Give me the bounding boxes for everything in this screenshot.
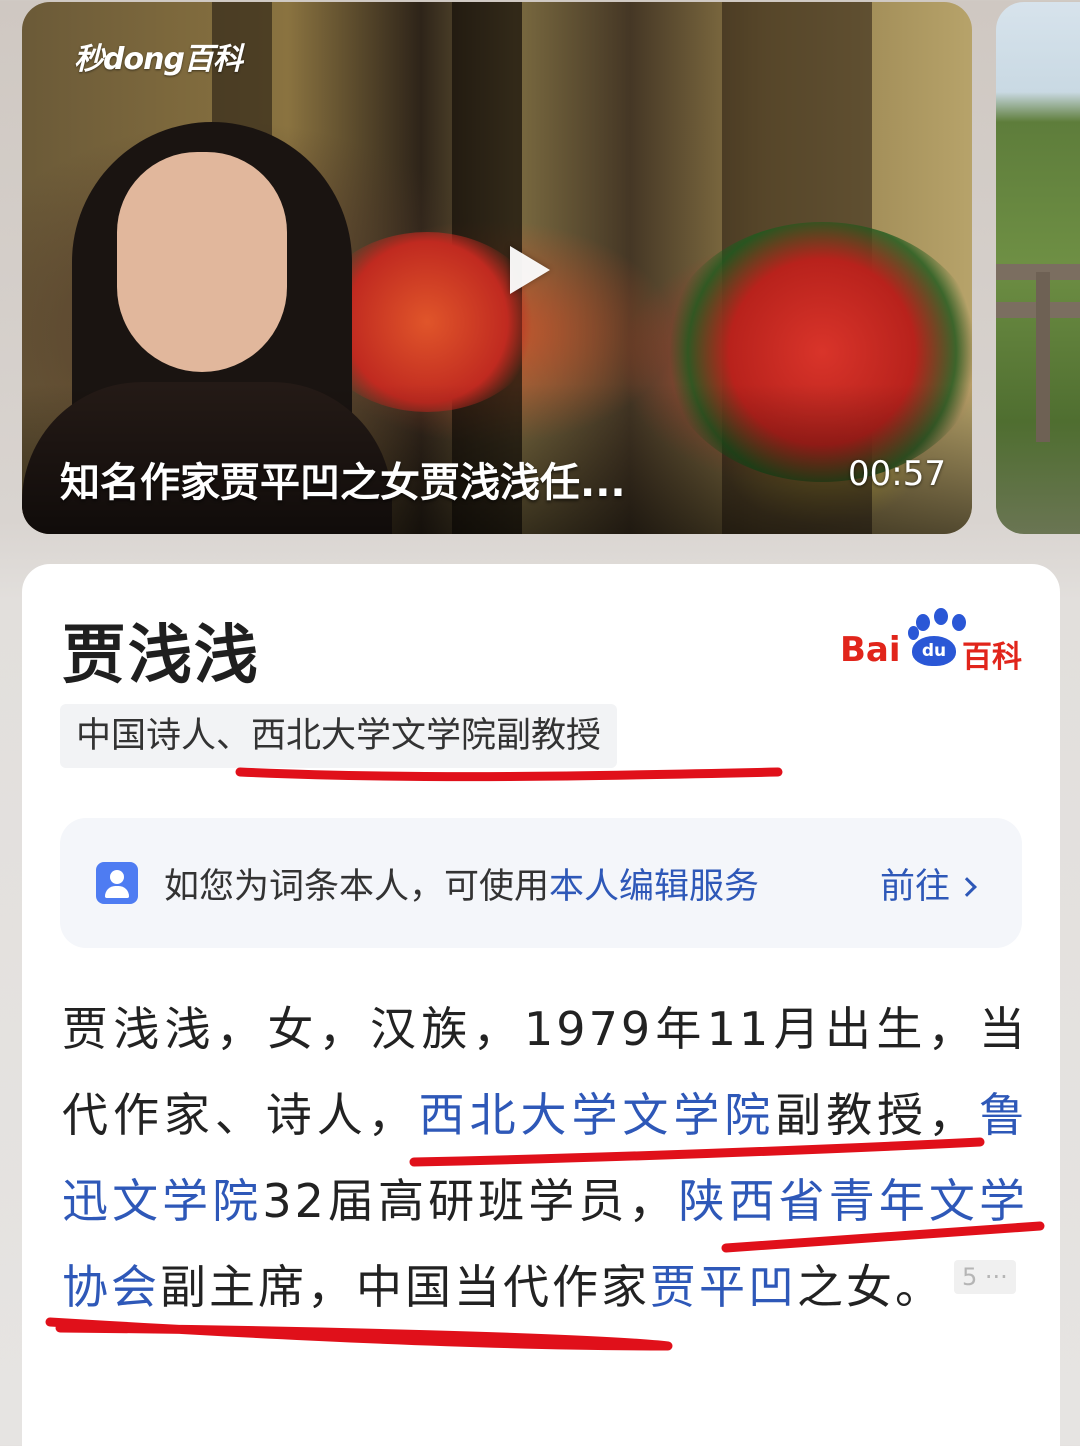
- play-button[interactable]: [500, 240, 560, 300]
- entry-title: 贾浅浅: [62, 619, 260, 693]
- video-duration: 00:57: [848, 454, 946, 494]
- intro-text: 副主席，中国当代作家: [160, 1260, 650, 1314]
- goto-button[interactable]: 前往: [880, 858, 977, 909]
- play-icon: [510, 246, 550, 294]
- paw-icon: du: [912, 636, 956, 666]
- self-edit-banner[interactable]: 如您为词条本人，可使用本人编辑服务 前往: [60, 818, 1022, 948]
- video-title: 知名作家贾平凹之女贾浅浅任...: [60, 460, 626, 506]
- intro-text: 32届高研班学员，: [262, 1174, 679, 1228]
- reference-badge[interactable]: 5 ···: [954, 1259, 1016, 1294]
- goto-label: 前往: [880, 867, 951, 907]
- link-jia-pingwa[interactable]: 贾平凹: [650, 1260, 797, 1314]
- paw-toe: [934, 608, 948, 625]
- paw-toe: [952, 614, 966, 631]
- logo-bai-text: Bai: [840, 630, 901, 670]
- banner-prefix: 如您为词条本人，可使用: [164, 867, 550, 907]
- baike-entry-card: 贾浅浅 Bai du 百科 中国诗人、西北大学文学院副教授 如您为词条本人，可使…: [22, 564, 1060, 1446]
- intro-text: 副教授，: [775, 1088, 980, 1142]
- boardwalk-post: [1036, 272, 1050, 442]
- link-northwest-university-literature[interactable]: 西北大学文学院: [419, 1088, 776, 1142]
- next-video-card[interactable]: [996, 2, 1080, 534]
- baidu-baike-logo: Bai du 百科: [840, 608, 1030, 678]
- self-edit-service-link[interactable]: 本人编辑服务: [549, 867, 759, 907]
- paw-toe: [908, 626, 919, 640]
- entry-intro: 贾浅浅，女，汉族，1979年11月出生，当代作家、诗人，西北大学文学院副教授，鲁…: [62, 986, 1028, 1330]
- banner-text: 如您为词条本人，可使用本人编辑服务: [164, 858, 759, 909]
- person-face: [117, 152, 287, 372]
- logo-baike-text: 百科: [962, 640, 1022, 675]
- chevron-right-icon: [957, 877, 977, 897]
- video-watermark: 秒dong百科: [74, 42, 243, 77]
- entry-subtitle: 中国诗人、西北大学文学院副教授: [60, 704, 618, 768]
- intro-text: 之女。: [797, 1260, 944, 1314]
- user-icon: [96, 862, 138, 904]
- video-card[interactable]: 秒dong百科 知名作家贾平凹之女贾浅浅任... 00:57: [22, 2, 972, 534]
